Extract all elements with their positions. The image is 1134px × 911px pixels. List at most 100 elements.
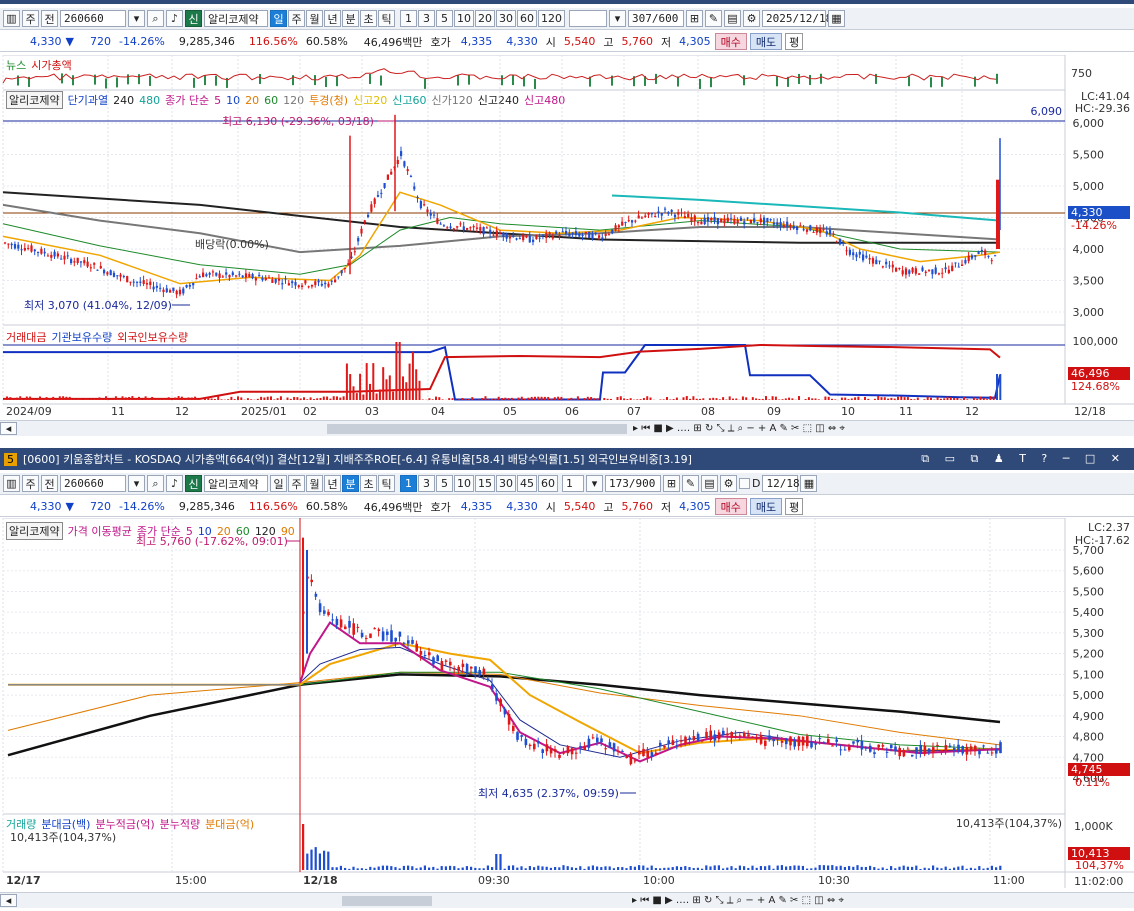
stock-name-field[interactable]: 알리코제약 [204, 10, 268, 27]
bottom-interval-button-2[interactable]: 5 [436, 475, 453, 492]
daily-volume-bar [6, 396, 8, 400]
chart-type-icon-2[interactable]: ▥ [3, 475, 20, 492]
gear-icon[interactable]: ⚙ [743, 10, 760, 27]
chart-type-icon[interactable]: ▥ [3, 10, 20, 27]
bottom-period-button-6[interactable]: 틱 [378, 475, 395, 492]
scroll-left-icon-2[interactable]: ◂ [0, 894, 17, 907]
code-dropdown-icon-2[interactable]: ▾ [128, 475, 145, 492]
top-period-button-0[interactable]: 일 [270, 10, 287, 27]
bottom-interval-button-6[interactable]: 45 [517, 475, 537, 492]
draw-icon[interactable]: ✎ [705, 10, 722, 27]
news-bar [798, 73, 800, 84]
daily-scrollbar[interactable] [327, 423, 627, 434]
bottom-interval-button-4[interactable]: 15 [475, 475, 495, 492]
bottom-period-button-2[interactable]: 월 [306, 475, 323, 492]
top-interval-button-2[interactable]: 5 [436, 10, 453, 27]
search-icon-2[interactable]: ⌕ [147, 475, 164, 492]
code-input-2[interactable]: 260660 [60, 475, 126, 492]
daily-candle [40, 248, 43, 254]
save-icon-2[interactable]: ▤ [701, 475, 718, 492]
speaker-icon-2[interactable]: ♪ [166, 475, 183, 492]
bottom-period-button-5[interactable]: 초 [360, 475, 377, 492]
bottom-interval-button-7[interactable]: 60 [538, 475, 558, 492]
bottom-interval-button-1[interactable]: 3 [418, 475, 435, 492]
code-dropdown-icon[interactable]: ▾ [128, 10, 145, 27]
top-interval-button-7[interactable]: 120 [538, 10, 565, 27]
window-top-border [0, 0, 1134, 4]
window-controls-icons[interactable]: ⧉ ▭ ⧉ ♟ T ? ─ □ ✕ [921, 452, 1134, 466]
top-period-button-5[interactable]: 초 [360, 10, 377, 27]
interval-dropdown-icon[interactable]: ▾ [609, 10, 626, 27]
eval-button[interactable]: 평 [785, 33, 804, 50]
daily-volume-bar [349, 374, 352, 400]
calendar-icon-2[interactable]: ▦ [800, 475, 818, 492]
daily-candle [631, 220, 634, 223]
minute-volume-bar [995, 867, 998, 870]
top-interval-button-1[interactable]: 3 [418, 10, 435, 27]
daily-candle [205, 274, 208, 277]
bottom-period-button-3[interactable]: 년 [324, 475, 341, 492]
top-period-button-3[interactable]: 년 [324, 10, 341, 27]
bottom-period-button-4[interactable]: 분 [342, 475, 359, 492]
prev-button[interactable]: 전 [41, 10, 58, 27]
top-period-button-2[interactable]: 월 [306, 10, 323, 27]
count-field[interactable]: 307/600 [628, 10, 684, 27]
daily-candle [944, 267, 947, 270]
top-period-button-6[interactable]: 틱 [378, 10, 395, 27]
minute-y-tick: 4,800 [1073, 731, 1105, 744]
top-interval-button-6[interactable]: 60 [517, 10, 537, 27]
buy-button[interactable]: 매수 [714, 33, 747, 50]
d-checkbox[interactable] [739, 478, 750, 489]
daily-candle [911, 267, 914, 273]
daily-x-ticks: 2024/09 11 12 2025/01 02 03 04 05 06 07 08 09 10 11 12 [6, 405, 979, 415]
grid-icon[interactable]: ⊞ [686, 10, 703, 27]
minute-candle [323, 610, 326, 614]
eval-button-2[interactable]: 평 [785, 498, 804, 515]
top-interval-button-3[interactable]: 10 [454, 10, 474, 27]
daily-nav-icons[interactable]: ▸ ⏮ ■ ▶ ‥‥ ⊞ ↻ ⤡ ⟂ ⌕ − + A ✎ ✂ ⬚ ◫ ⇔ ⌖ [633, 423, 845, 434]
bottom-interval-button-5[interactable]: 30 [496, 475, 516, 492]
draw-icon-2[interactable]: ✎ [682, 475, 699, 492]
period-select-2[interactable]: 주 [22, 475, 39, 492]
interval-dropdown-icon-2[interactable]: ▾ [586, 475, 603, 492]
stock-name-field-2[interactable]: 알리코제약 [204, 475, 268, 492]
scroll-left-icon[interactable]: ◂ [0, 422, 17, 435]
buy-button-2[interactable]: 매수 [714, 498, 747, 515]
speaker-icon[interactable]: ♪ [166, 10, 183, 27]
daily-candle [871, 258, 875, 264]
save-icon[interactable]: ▤ [724, 10, 741, 27]
minute-scrollbar[interactable] [342, 895, 432, 906]
minute-volume-bar [911, 866, 914, 870]
date-field-2[interactable]: 12/18 [762, 475, 800, 492]
prev-button-2[interactable]: 전 [41, 475, 58, 492]
sell-button-2[interactable]: 매도 [749, 498, 783, 515]
bottom-interval-button-0[interactable]: 1 [400, 475, 417, 492]
minute-nav-icons[interactable]: ▸ ⏮ ■ ▶ ‥‥ ⊞ ↻ ⤡ ⟂ ⌕ − + A ✎ ✂ ⬚ ◫ ⇔ ⌖ [632, 895, 844, 906]
daily-candle [746, 217, 749, 219]
date-field[interactable]: 2025/12/18 [762, 10, 832, 27]
code-input[interactable]: 260660 [60, 10, 126, 27]
period-select[interactable]: 주 [22, 10, 39, 27]
top-period-button-4[interactable]: 분 [342, 10, 359, 27]
top-period-button-1[interactable]: 주 [288, 10, 305, 27]
daily-volume-bar [19, 396, 22, 400]
minute-volume-bar [440, 866, 443, 870]
calendar-icon[interactable]: ▦ [828, 10, 845, 27]
search-icon[interactable]: ⌕ [147, 10, 164, 27]
bottom-period-button-0[interactable]: 일 [270, 475, 287, 492]
top-interval-button-0[interactable]: 1 [400, 10, 417, 27]
grid-icon-2[interactable]: ⊞ [663, 475, 680, 492]
top-interval-button-5[interactable]: 30 [496, 10, 516, 27]
sell-button[interactable]: 매도 [749, 33, 783, 50]
gear-icon-2[interactable]: ⚙ [720, 475, 737, 492]
news-bar [138, 74, 140, 85]
daily-volume-bar [672, 399, 675, 400]
custom-interval-input-2[interactable]: 1 [562, 475, 584, 492]
bottom-interval-button-3[interactable]: 10 [454, 475, 474, 492]
custom-interval-input[interactable] [569, 10, 607, 27]
bottom-period-button-1[interactable]: 주 [288, 475, 305, 492]
minute-candle [390, 630, 393, 642]
daily-candle [76, 257, 79, 263]
count-field-2[interactable]: 173/900 [605, 475, 661, 492]
top-interval-button-4[interactable]: 20 [475, 10, 495, 27]
